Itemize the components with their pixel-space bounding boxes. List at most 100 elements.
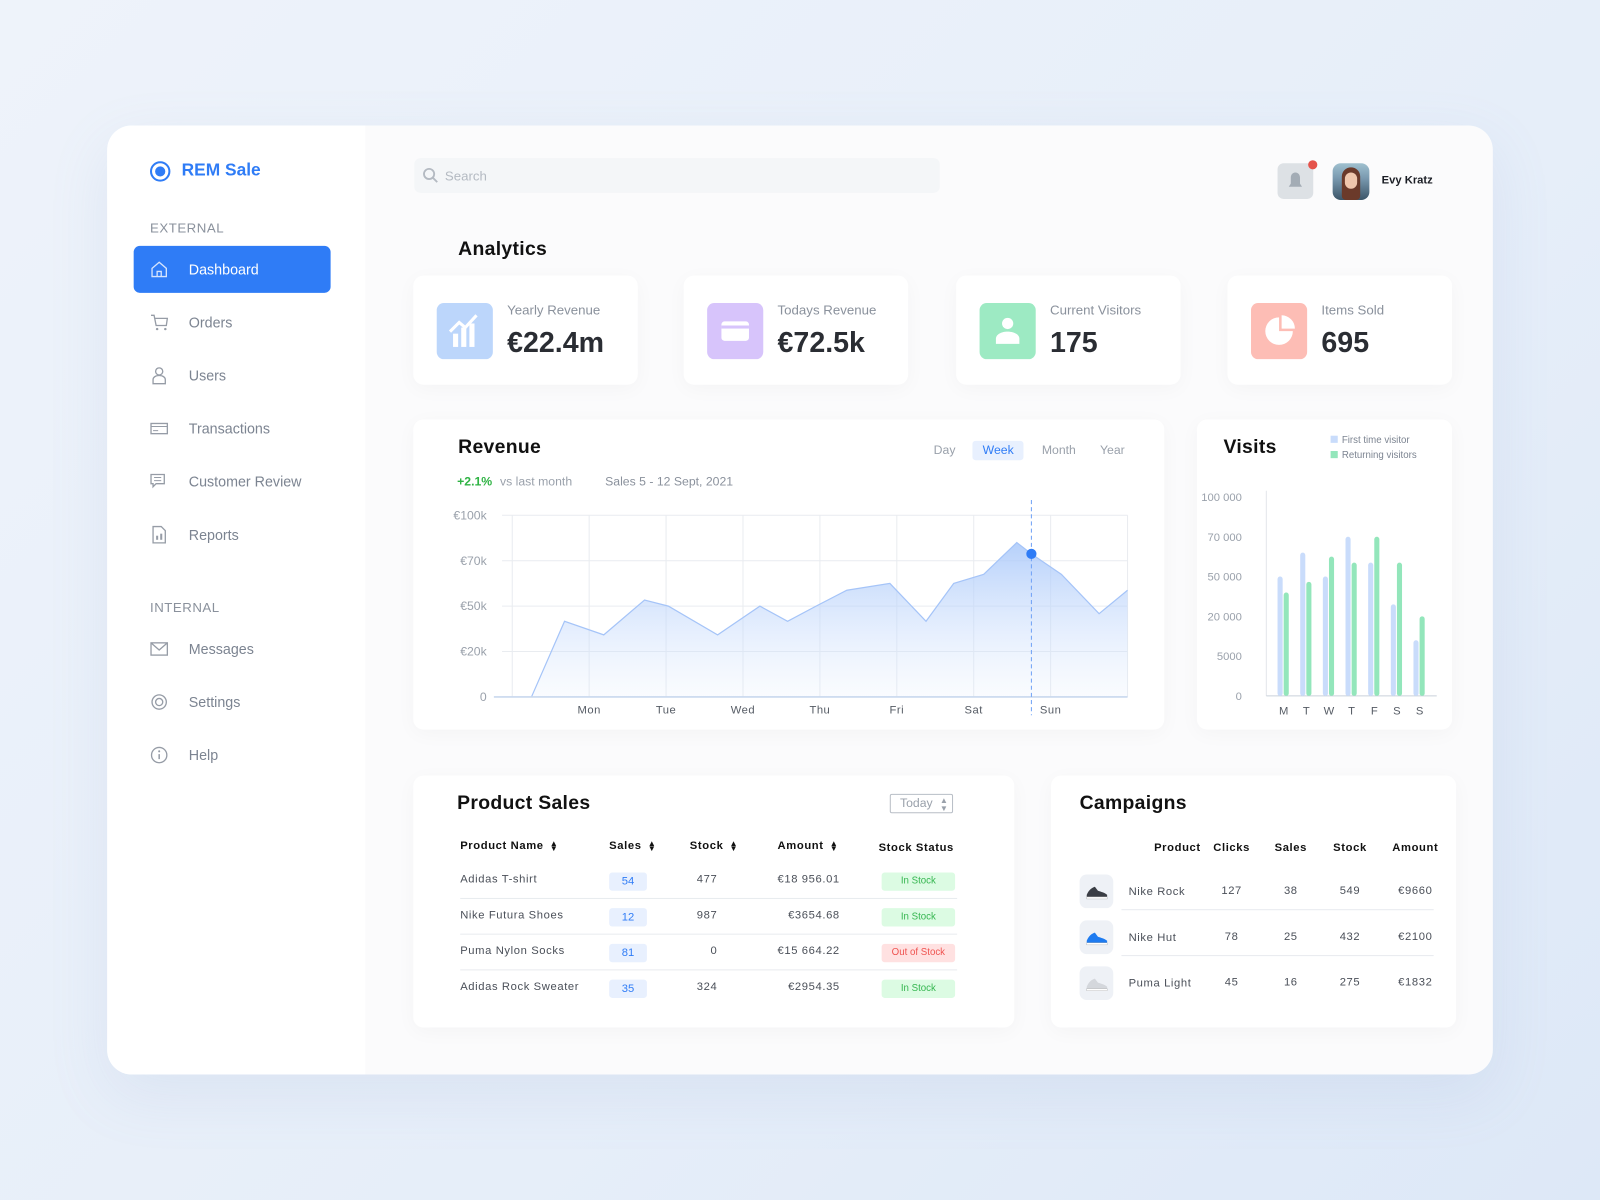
card-icon: [150, 422, 169, 435]
column-header-sales[interactable]: Sales ▲ ▼: [609, 839, 657, 852]
sidebar-item-label: Settings: [188, 693, 241, 711]
table-row[interactable]: Puma Nylon Socks 81 0 €15 664.22 Out of Stoc…: [413, 943, 1014, 981]
sidebar-item-label: Orders: [188, 314, 233, 331]
row-divider: [460, 969, 958, 971]
avatar[interactable]: [1332, 163, 1370, 200]
pie-chart-icon: [1251, 303, 1308, 360]
legend-label: Returning visitors: [1342, 450, 1417, 461]
notifications-button[interactable]: [1277, 160, 1318, 199]
amount-value: €18 956.01: [777, 873, 840, 886]
report-icon: [152, 525, 166, 544]
visits-chart: 0 5000 20 000 50 000 70 000 100 000 M T W T F S S Fir…: [1201, 435, 1437, 717]
shoe-icon: [1079, 874, 1114, 909]
stock-status-badge: In Stock: [881, 908, 956, 927]
bar-returning: [1351, 562, 1357, 696]
campaign-row[interactable]: Puma Light 45 16 275 €1832: [1051, 966, 1456, 1015]
column-header-clicks: Clicks: [1213, 841, 1250, 855]
x-tick-label: Sat: [965, 704, 984, 716]
bar-returning: [1374, 536, 1380, 696]
sort-icon[interactable]: ▲ ▼: [648, 839, 657, 852]
sidebar-item-settings[interactable]: Settings: [134, 679, 331, 726]
sidebar-item-messages[interactable]: Messages: [134, 626, 331, 673]
sidebar-item-transactions[interactable]: Transactions: [134, 405, 331, 452]
campaign-clicks: 78: [1224, 930, 1239, 943]
amount-value: €3654.68: [788, 909, 840, 922]
x-tick-label: W: [1324, 705, 1335, 717]
sidebar-item-label: Messages: [188, 640, 254, 658]
sidebar-item-label: Help: [188, 746, 219, 764]
stat-card-current-visitors: Current Visitors 175: [956, 275, 1181, 385]
stat-value: €72.5k: [777, 326, 865, 359]
search-bar[interactable]: [414, 158, 940, 193]
sidebar-item-label: Customer Review: [188, 473, 302, 490]
stat-card-yearly-revenue: Yearly Revenue €22.4m: [413, 275, 638, 385]
table-row[interactable]: Adidas Rock Sweater 35 324 €2954.35 In Stock: [413, 979, 1014, 1017]
home-icon: [151, 261, 167, 278]
sidebar-item-customer-review[interactable]: Customer Review: [134, 458, 331, 505]
tab-month[interactable]: Month: [1032, 441, 1086, 460]
shoe-icon: [1079, 920, 1114, 955]
sidebar-item-users[interactable]: Users: [134, 352, 331, 399]
sidebar-item-label: Users: [188, 367, 227, 384]
x-tick-label: Mon: [577, 704, 600, 716]
x-tick-label: T: [1303, 705, 1310, 717]
column-header-product: Product: [1154, 841, 1201, 855]
column-header-stock-status: Stock Status: [879, 842, 954, 854]
tab-week[interactable]: Week: [972, 440, 1024, 461]
bar-first-time: [1390, 604, 1396, 696]
table-row[interactable]: Adidas T-shirt 54 477 €18 956.01 In Stock: [413, 872, 1014, 909]
sidebar-item-help[interactable]: Help: [134, 732, 331, 779]
legend-label: First time visitor: [1342, 435, 1411, 446]
user-name[interactable]: Evy Kratz: [1382, 174, 1433, 186]
stat-card-items-sold: Items Sold 695: [1227, 275, 1453, 385]
hover-point[interactable]: [1026, 548, 1037, 560]
product-name: Adidas Rock Sweater: [460, 980, 580, 993]
column-header-label: Product Name: [460, 839, 544, 853]
y-tick-label: €70k: [460, 554, 487, 568]
y-tick-label: 70 000: [1207, 532, 1241, 544]
period-select[interactable]: Today ▲ ▼: [889, 793, 954, 814]
sidebar-item-orders[interactable]: Orders: [134, 299, 331, 346]
legend-swatch: [1330, 435, 1338, 443]
column-header-stock: Stock: [1333, 841, 1367, 855]
column-header-product-name[interactable]: Product Name ▲ ▼: [460, 839, 559, 853]
stock-status-badge: In Stock: [881, 979, 956, 998]
bar-first-time: [1277, 576, 1283, 696]
app-name[interactable]: REM Sale: [182, 160, 261, 180]
campaign-stock: 275: [1339, 976, 1361, 989]
stock-value: 324: [696, 980, 718, 993]
product-name: Puma Nylon Socks: [460, 944, 565, 958]
column-header-stock[interactable]: Stock ▲ ▼: [689, 839, 739, 853]
column-header-sales: Sales: [1274, 841, 1308, 855]
select-arrows-icon: ▲ ▼: [939, 795, 948, 814]
product-sales-card: Product Sales Today ▲ ▼ Product Name ▲ ▼ Sale…: [413, 775, 1015, 1028]
table-row[interactable]: Nike Futura Shoes 12 987 €3654.68 In Stock: [413, 908, 1014, 945]
y-tick-label: 5000: [1217, 651, 1242, 663]
campaign-row[interactable]: Nike Rock 127 38 549 €9660: [1051, 874, 1456, 924]
sidebar-item-dashboard[interactable]: Dashboard: [133, 245, 331, 293]
sidebar-item-label: Transactions: [188, 420, 271, 437]
sidebar-item-label: Dashboard: [188, 261, 259, 278]
product-name: Nike Futura Shoes: [460, 909, 564, 922]
section-label-internal: INTERNAL: [149, 599, 220, 616]
sidebar-item-reports[interactable]: Reports: [134, 511, 331, 558]
stat-label: Yearly Revenue: [507, 302, 601, 318]
tab-year[interactable]: Year: [1090, 441, 1135, 460]
stock-status-badge: Out of Stock: [881, 943, 956, 963]
tab-day[interactable]: Day: [923, 441, 965, 460]
campaign-clicks: 45: [1224, 976, 1239, 989]
notification-badge: [1308, 160, 1318, 170]
cart-icon: [151, 314, 169, 331]
campaign-amount: €1832: [1398, 976, 1433, 989]
y-tick-label: 20 000: [1207, 611, 1241, 623]
sort-icon[interactable]: ▲ ▼: [730, 839, 739, 852]
column-header-amount[interactable]: Amount ▲ ▼: [778, 839, 839, 852]
campaign-row[interactable]: Nike Hut 78 25 432 €2100: [1051, 920, 1456, 970]
column-header-label: Stock: [689, 839, 724, 853]
sort-icon[interactable]: ▲ ▼: [550, 839, 559, 852]
sort-icon[interactable]: ▲ ▼: [830, 839, 839, 852]
campaign-product: Puma Light: [1128, 977, 1192, 990]
legend-swatch: [1330, 451, 1338, 459]
y-tick-label: €100k: [453, 508, 487, 522]
search-input[interactable]: [444, 158, 925, 193]
